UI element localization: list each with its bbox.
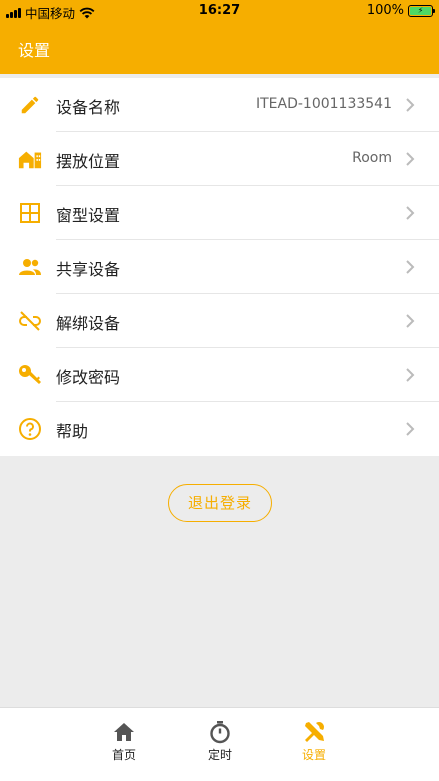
chevron-right-icon [406,98,415,112]
menu-item-label: 窗型设置 [56,206,121,225]
page-title: 设置 [18,41,51,60]
menu-item-location[interactable]: 摆放位置 Room [0,132,439,186]
status-right: 100% ⚡ [366,3,435,18]
tab-settings[interactable]: 设置 [284,720,344,763]
tab-bar: 首页 定时 设置 [0,707,439,781]
menu-item-share-device[interactable]: 共享设备 [0,240,439,294]
menu-item-device-name[interactable]: 设备名称 ITEAD-1001133541 [0,78,439,132]
menu-item-unbind-device[interactable]: 解绑设备 [0,294,439,348]
menu-item-help[interactable]: 帮助 [0,402,439,456]
window-icon [18,201,42,225]
tab-label: 首页 [111,748,136,762]
status-bar: 中国移动 16:27 100% ⚡ [0,0,439,22]
menu-item-label: 摆放位置 [56,152,121,171]
tab-label: 定时 [207,748,232,762]
chevron-right-icon [406,422,415,436]
menu-item-value: ITEAD-1001133541 [255,96,392,112]
key-icon [18,363,42,387]
chevron-right-icon [406,260,415,274]
battery-icon: ⚡ [408,4,435,17]
battery-percent: 100% [366,3,404,18]
chevron-right-icon [406,368,415,382]
tools-icon [305,722,324,742]
chevron-right-icon [406,152,415,166]
tab-timer[interactable]: 定时 [190,720,250,763]
menu-item-label: 共享设备 [56,260,121,279]
help-icon [18,417,42,441]
menu-item-window-type[interactable]: 窗型设置 [0,186,439,240]
menu-item-label: 帮助 [56,422,89,441]
menu-item-label: 修改密码 [56,368,121,387]
menu-item-value: Room [352,150,392,166]
chevron-right-icon [406,206,415,220]
home-icon [114,723,134,741]
menu-item-label: 解绑设备 [56,314,121,333]
chevron-right-icon [406,314,415,328]
tab-label: 设置 [301,748,326,762]
tab-home[interactable]: 首页 [94,720,154,763]
people-icon [18,255,42,279]
logout-button[interactable]: 退出登录 [168,484,272,522]
timer-icon [210,721,230,744]
house-location-icon [18,147,42,171]
settings-menu: 设备名称 ITEAD-1001133541 摆放位置 Room 窗型设置 共享设… [0,78,439,456]
menu-item-change-password[interactable]: 修改密码 [0,348,439,402]
pencil-icon [18,93,42,117]
unlink-icon [18,309,42,333]
menu-item-label: 设备名称 [56,98,121,117]
app-header: 中国移动 16:27 100% ⚡ 设置 [0,0,439,74]
